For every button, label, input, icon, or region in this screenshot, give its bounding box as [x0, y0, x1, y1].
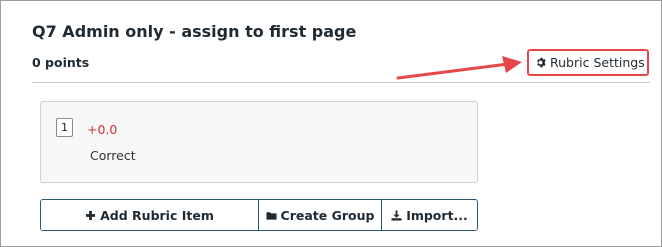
header-divider: [32, 82, 650, 83]
download-icon: [391, 209, 402, 221]
question-points: 0 points: [32, 55, 90, 70]
import-label: Import...: [406, 207, 468, 223]
rubric-settings-button[interactable]: Rubric Settings: [531, 52, 649, 73]
rubric-settings-highlight: Rubric Settings: [527, 49, 649, 76]
rubric-item-card[interactable]: 1 +0.0 Correct: [40, 101, 478, 183]
folder-icon: [265, 211, 277, 220]
gear-icon: [537, 57, 546, 68]
add-rubric-item-label: Add Rubric Item: [100, 207, 214, 223]
rubric-settings-label: Rubric Settings: [550, 55, 645, 70]
question-title: Q7 Admin only - assign to first page: [32, 22, 357, 41]
create-group-label: Create Group: [280, 207, 375, 223]
create-group-button[interactable]: Create Group: [258, 200, 381, 230]
rubric-actions-group: Add Rubric Item Create Group Import...: [40, 199, 478, 231]
rubric-item-key[interactable]: 1: [56, 118, 73, 137]
rubric-item-points[interactable]: +0.0: [87, 122, 117, 137]
plus-icon: [86, 210, 96, 220]
import-button[interactable]: Import...: [381, 200, 477, 230]
add-rubric-item-button[interactable]: Add Rubric Item: [41, 200, 258, 230]
rubric-item-description[interactable]: Correct: [90, 148, 136, 163]
